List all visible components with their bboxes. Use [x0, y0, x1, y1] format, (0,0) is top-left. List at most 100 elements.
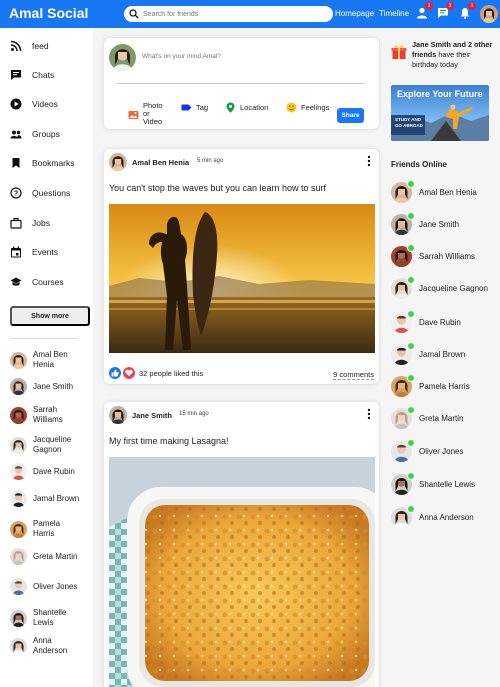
avatar[interactable] [109, 406, 127, 424]
friend-name: Jane Smith [33, 381, 74, 391]
status-input[interactable]: What's on your mind Amal? [142, 53, 221, 60]
sidebar-friend[interactable]: Jane Smith [10, 378, 83, 395]
sidebar-item-questions[interactable]: ? Questions [10, 186, 70, 200]
reactions[interactable]: 32 people liked this [109, 367, 203, 379]
show-more-button[interactable]: Show more [10, 306, 90, 326]
online-status-dot [407, 310, 415, 318]
tag-icon [181, 104, 192, 111]
friend-name: Jane Smith [419, 219, 460, 229]
more-options-icon[interactable] [367, 155, 371, 167]
avatar [10, 406, 27, 424]
sidebar-friend[interactable]: Oliver Jones [10, 578, 83, 595]
avatar [10, 490, 27, 507]
post-author[interactable]: Amal Ben Henia [132, 158, 189, 167]
sidebar-item-chats[interactable]: Chats [10, 68, 54, 82]
profile-avatar[interactable] [480, 5, 498, 23]
more-options-icon[interactable] [367, 408, 371, 420]
like-icon [109, 367, 121, 379]
timeline-link[interactable]: Timeline [379, 9, 409, 18]
avatar [10, 436, 27, 454]
online-friend[interactable]: Jane Smith [391, 212, 489, 235]
sidebar-friend[interactable]: Shantelle Lewis [10, 608, 83, 628]
search-bar[interactable] [124, 6, 333, 22]
comments-link[interactable]: 9 comments [333, 370, 374, 380]
sidebar-friend[interactable]: Dave Rubin [10, 463, 83, 480]
top-bar: Amal Social Homepage Timeline 1 3 1 [0, 0, 500, 28]
sidebar-friend[interactable]: Pamela Harris [10, 519, 83, 539]
post-image [109, 204, 375, 353]
online-status-dot [407, 472, 415, 480]
ad-banner[interactable]: Explore Your Future STUDY AND GO ABROAD [391, 85, 489, 141]
friends-online-heading: Friends Online [391, 160, 448, 169]
post-text: You can't stop the waves but you can lea… [109, 183, 327, 193]
online-friend[interactable]: Shantelle Lewis [391, 472, 489, 495]
friend-name: Sarrah Williams [419, 251, 476, 261]
graduation-icon [10, 277, 22, 286]
sidebar-friend[interactable]: Anna Anderson [10, 636, 83, 656]
friend-name: Amal Ben Henia [419, 187, 477, 197]
post-text: My first time making Lasagna! [109, 436, 229, 446]
online-friend[interactable]: Pamela Harris [391, 374, 489, 397]
sidebar-item-label: Videos [32, 99, 58, 109]
online-friend[interactable]: Jacqueline Gagnon [391, 276, 489, 299]
ad-title: Explore Your Future [397, 89, 483, 99]
online-status-dot [407, 374, 415, 382]
messages-button[interactable]: 3 [437, 2, 454, 18]
friend-name: Anna Anderson [33, 636, 68, 655]
online-friend[interactable]: Sarrah Williams [391, 244, 489, 267]
online-friend[interactable]: Greta Martin [391, 406, 489, 429]
post-author[interactable]: Jane Smith [132, 411, 172, 420]
sidebar-friend[interactable]: Jacqueline Gagnon [10, 435, 83, 455]
notifications-button[interactable]: 1 [459, 2, 476, 19]
option-label: Feelings [301, 102, 330, 112]
online-friend[interactable]: Amal Ben Henia [391, 180, 489, 203]
search-icon [129, 9, 139, 19]
post-time: 15 min ago [179, 411, 209, 417]
online-friend[interactable]: Oliver Jones [391, 439, 489, 462]
sidebar-friend[interactable]: Jamal Brown [10, 490, 83, 507]
sidebar-divider [10, 338, 78, 339]
location-pin-icon [226, 102, 235, 113]
feelings-option[interactable]: Feelings [286, 102, 329, 113]
photo-video-option[interactable]: Photo or Video [128, 102, 165, 126]
sidebar-friend[interactable]: Amal Ben Henia [10, 350, 83, 370]
friend-name: Sarrah Williams [33, 405, 63, 424]
post: Jane Smith 15 min ago My first time maki… [104, 402, 379, 687]
homepage-link[interactable]: Homepage [335, 9, 374, 18]
smiley-icon [286, 102, 297, 113]
friend-name: Jacqueline Gagnon [33, 435, 72, 454]
sidebar-item-label: feed [32, 41, 49, 51]
avatar[interactable] [109, 153, 127, 171]
sidebar-item-events[interactable]: Events [10, 245, 58, 259]
sidebar-item-label: Jobs [32, 218, 50, 228]
sidebar-item-jobs[interactable]: Jobs [10, 216, 50, 230]
friend-requests-button[interactable]: 1 [416, 2, 433, 19]
tag-option[interactable]: Tag [181, 102, 208, 113]
notifications-badge: 1 [468, 2, 476, 10]
online-friend[interactable]: Dave Rubin [391, 310, 489, 333]
option-label: Tag [196, 102, 209, 112]
sidebar-item-bookmarks[interactable]: Bookmarks [10, 156, 75, 170]
sidebar-friend[interactable]: Greta Martin [10, 548, 83, 565]
question-icon: ? [10, 187, 22, 199]
sidebar-item-videos[interactable]: Videos [10, 97, 58, 111]
sidebar-item-label: Chats [32, 70, 55, 80]
app-logo[interactable]: Amal Social [9, 5, 88, 21]
share-button[interactable]: Share [337, 108, 364, 123]
sidebar-item-feed[interactable]: feed [10, 39, 49, 53]
search-input[interactable] [143, 10, 323, 18]
avatar [10, 609, 27, 627]
sidebar-item-courses[interactable]: Courses [10, 275, 64, 289]
avatar [10, 378, 27, 395]
photo-icon [128, 110, 139, 119]
friend-name: Dave Rubin [419, 317, 461, 327]
online-friend[interactable]: Anna Anderson [391, 505, 489, 528]
sidebar-item-groups[interactable]: Groups [10, 127, 60, 141]
likes-count: 32 people liked this [139, 368, 204, 378]
online-friend[interactable]: Jamal Brown [391, 342, 489, 365]
sidebar-item-label: Questions [32, 188, 71, 198]
online-status-dot [407, 406, 415, 414]
sidebar-friend[interactable]: Sarrah Williams [10, 405, 83, 425]
location-option[interactable]: Location [225, 102, 268, 113]
friend-name: Pamela Harris [33, 519, 61, 538]
